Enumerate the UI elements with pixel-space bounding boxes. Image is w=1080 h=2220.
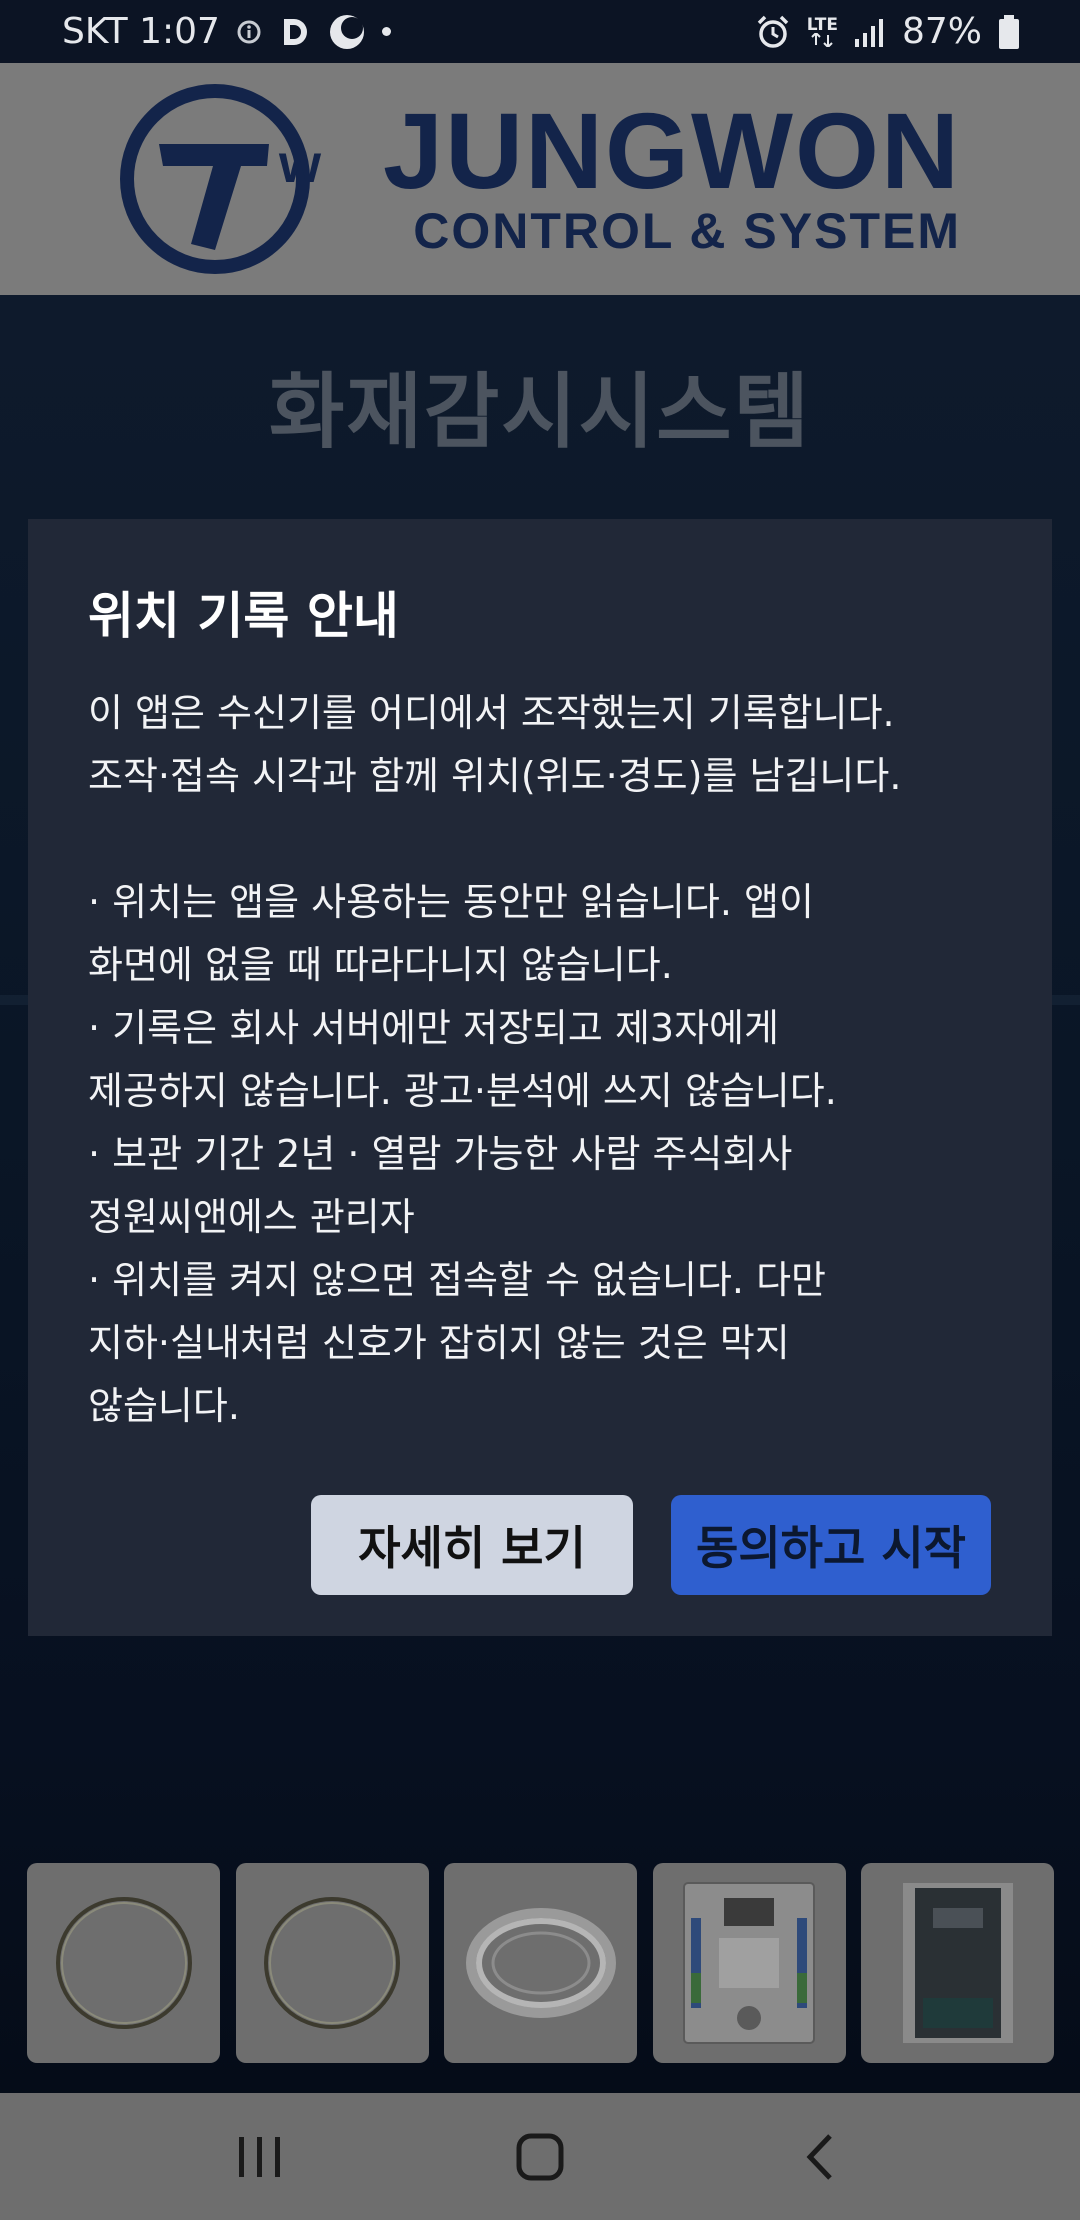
dialog-title: 위치 기록 안내: [88, 587, 399, 645]
location-consent-dialog: 위치 기록 안내 이 앱은 수신기를 어디에서 조작했는지 기록합니다. 조작·…: [28, 519, 1052, 1636]
lte-icon: LTE: [806, 14, 838, 47]
product-strip: [27, 1863, 1054, 2063]
alarm-icon: [755, 14, 791, 50]
dialog-body: 이 앱은 수신기를 어디에서 조작했는지 기록합니다. 조작·접속 시각과 함께…: [88, 682, 1018, 1438]
notification-dot-icon: [381, 27, 391, 36]
dialog-intro: 이 앱은 수신기를 어디에서 조작했는지 기록합니다. 조작·접속 시각과 함께…: [88, 691, 902, 798]
info-icon: [236, 19, 262, 45]
logo-name: JUNGWON: [383, 90, 961, 211]
control-panel-image: [902, 1883, 1013, 2043]
dialog-bullet: · 보관 기간 2년 · 열람 가능한 사람 주식회사 정원씨앤에스 관리자: [88, 1132, 793, 1239]
signal-icon: [854, 17, 886, 47]
logo-subtitle: CONTROL & SYSTEM: [413, 203, 961, 259]
receiver-board-image: [683, 1882, 815, 2044]
svg-text:w: w: [278, 134, 322, 194]
back-button[interactable]: [765, 2112, 875, 2202]
product-card-5[interactable]: [861, 1863, 1054, 2063]
status-bar: SKT 1:07 LTE 87%: [0, 0, 1080, 63]
recent-apps-icon: [239, 2136, 280, 2177]
company-logo: w JUNGWON CONTROL & SYSTEM: [119, 74, 961, 284]
product-card-3[interactable]: [444, 1863, 637, 2063]
status-right: LTE 87%: [755, 11, 1020, 52]
moon-icon: [328, 13, 366, 51]
ring-sensor-image: [264, 1897, 400, 2029]
dialog-bullet: · 위치를 켜지 않으면 접속할 수 없습니다. 다만 지하·실내처럼 신호가 …: [88, 1258, 826, 1428]
battery-icon: [998, 14, 1020, 49]
product-card-2[interactable]: [235, 1863, 429, 2063]
app-title: 화재감시시스템: [268, 365, 812, 460]
navigation-bar: [0, 2093, 1080, 2220]
recent-apps-button[interactable]: [205, 2112, 315, 2202]
cable-coil-image: [465, 1908, 616, 2018]
logo-text: JUNGWON CONTROL & SYSTEM: [383, 90, 961, 260]
app-header: w JUNGWON CONTROL & SYSTEM: [0, 63, 1080, 295]
battery-percent: 87%: [901, 11, 982, 52]
details-button[interactable]: 자세히 보기: [311, 1495, 633, 1595]
home-button[interactable]: [485, 2112, 595, 2202]
jw-emblem-icon: w: [120, 84, 322, 274]
lte-label: LTE: [806, 14, 838, 35]
back-icon: [806, 2133, 832, 2180]
dialog-bullet: · 기록은 회사 서버에만 저장되고 제3자에게 제공하지 않습니다. 광고·분…: [88, 1006, 837, 1113]
d-app-icon: [278, 15, 312, 49]
home-icon: [516, 2133, 564, 2180]
carrier-time: SKT 1:07: [62, 11, 220, 52]
dialog-bullet: · 위치는 앱을 사용하는 동안만 읽습니다. 앱이 화면에 없을 때 따라다니…: [88, 880, 814, 987]
status-left: SKT 1:07: [62, 11, 391, 52]
product-card-1[interactable]: [27, 1863, 220, 2063]
agree-and-start-button[interactable]: 동의하고 시작: [671, 1495, 991, 1595]
ring-sensor-image: [55, 1897, 192, 2029]
product-card-4[interactable]: [652, 1863, 846, 2063]
